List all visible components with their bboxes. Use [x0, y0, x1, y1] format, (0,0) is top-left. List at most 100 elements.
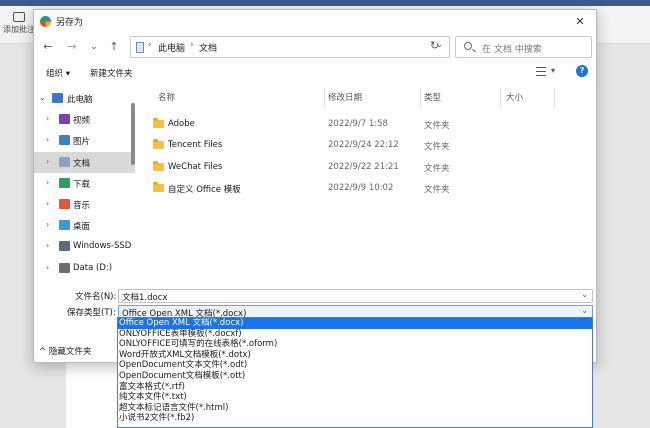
search-input[interactable]: 在 文档 中搜索 [455, 36, 592, 58]
tree-item-label: Windows-SSD [73, 241, 132, 252]
file-type: 文件夹 [424, 142, 450, 153]
search-placeholder: 在 文档 中搜索 [482, 45, 542, 55]
filetype-option[interactable]: Word开放式XML文档模板(*.dotx) [118, 350, 592, 361]
command-toolbar: 组织 ▾ 新建文件夹 ▾ ? [34, 62, 596, 82]
music-icon [59, 199, 70, 209]
refresh-button[interactable]: ↻ [430, 39, 439, 52]
computer-icon [136, 42, 144, 53]
column-header-date[interactable]: 修改日期 [324, 88, 420, 108]
file-row[interactable]: Tencent Files 2022/9/24 22:12 文件夹 [138, 137, 596, 157]
chevron-right-icon[interactable]: › [46, 220, 49, 229]
new-folder-button[interactable]: 新建文件夹 [90, 67, 133, 79]
file-name: Tencent Files [168, 140, 223, 151]
navigation-bar: ← → ⌄ ↑ › 此电脑 › 文档 ⌄ ↻ 在 文档 中搜索 [34, 34, 596, 60]
chevron-right-icon[interactable]: › [46, 114, 49, 123]
chevron-right-icon[interactable]: › [46, 178, 49, 187]
up-button[interactable]: ↑ [106, 39, 122, 55]
tree-item[interactable]: › Windows-SSD [34, 236, 135, 257]
organize-menu[interactable]: 组织 ▾ [46, 67, 70, 79]
add-comment-button[interactable]: 添加批注 [2, 12, 36, 35]
view-options-dropdown[interactable]: ▾ [551, 66, 555, 75]
tree-item[interactable]: › 图片 [34, 130, 135, 151]
chevron-right-icon[interactable]: › [46, 157, 49, 166]
filetype-dropdown-arrow[interactable]: ⌄ [581, 306, 588, 315]
filetype-option[interactable]: 纯文本文件(*.txt) [118, 392, 592, 403]
breadcrumb-documents[interactable]: 文档 [199, 41, 217, 54]
chevron-up-icon: ^ [39, 347, 49, 357]
file-type: 文件夹 [424, 163, 450, 174]
breadcrumb-separator: › [148, 40, 152, 50]
tree-item-label: 文档 [73, 158, 91, 169]
computer-icon [52, 93, 63, 103]
tree-item[interactable]: › Data (D:) [34, 258, 135, 279]
forward-button[interactable]: → [64, 39, 80, 55]
column-name-label: 名称 [158, 93, 176, 103]
help-button[interactable]: ? [576, 65, 588, 77]
filetype-option[interactable]: ONLYOFFICE可填写的在线表格(*.oform) [118, 339, 592, 350]
add-comment-label: 添加批注 [3, 25, 35, 34]
chevron-right-icon[interactable]: › [46, 135, 49, 144]
tree-item-label: Data (D:) [73, 262, 113, 273]
filetype-option[interactable]: Office Open XML 文档(*.docx) [118, 318, 592, 329]
tree-item[interactable]: › 桌面 [34, 215, 135, 236]
download-icon [59, 177, 70, 188]
tree-item[interactable]: › 视频 [34, 109, 135, 130]
filename-input[interactable]: 文档1.docx ⌄ [118, 289, 593, 303]
column-divider[interactable] [554, 88, 555, 108]
filetype-option[interactable]: 小说书2文件(*.fb2) [118, 413, 592, 424]
column-header-type[interactable]: 类型 [420, 88, 500, 108]
drive-icon [59, 241, 70, 252]
chevron-down-icon[interactable]: ⌄ [39, 93, 46, 102]
tree-item[interactable]: › 下载 [34, 173, 135, 194]
column-type-label: 类型 [424, 93, 442, 103]
chevron-right-icon[interactable]: › [46, 199, 49, 208]
hide-folders-toggle[interactable]: ^ 隐藏文件夹 [39, 345, 91, 357]
file-name: Adobe [168, 119, 195, 129]
back-button[interactable]: ← [40, 39, 56, 55]
file-list: 名称 修改日期 类型 大小 Adobe 2022/9/7 1:58 文件夹 Tence… [138, 88, 596, 294]
tree-item-label: 桌面 [73, 222, 91, 233]
dialog-titlebar[interactable]: 另存为 ✕ [34, 10, 596, 34]
chevron-right-icon[interactable]: › [46, 263, 49, 272]
filename-dropdown-arrow[interactable]: ⌄ [581, 290, 588, 299]
file-name: WeChat Files [168, 161, 223, 172]
app-logo-icon [40, 16, 51, 27]
tree-item[interactable]: › 文档 [34, 151, 135, 173]
dialog-title: 另存为 [56, 18, 84, 28]
tree-item[interactable]: › 音乐 [34, 194, 135, 215]
search-icon [464, 42, 472, 50]
filename-label: 文件名(N): [75, 292, 117, 302]
column-header-size[interactable]: 大小 [500, 88, 554, 108]
filetype-label: 保存类型(T): [67, 308, 116, 318]
document-icon [59, 156, 70, 167]
file-row[interactable]: 自定义 Office 模板 2022/9/9 10:02 文件夹 [138, 180, 596, 200]
tree-item-label: 此电脑 [67, 95, 93, 105]
tree-item[interactable]: ⌄ 此电脑 [34, 88, 135, 109]
file-date: 2022/9/22 21:21 [328, 161, 399, 172]
filetype-dropdown-list: Office Open XML 文档(*.docx) ONLYOFFICE表单模板… [117, 317, 593, 428]
tree-scrollbar[interactable] [131, 103, 135, 165]
recent-locations-button[interactable]: ⌄ [86, 39, 102, 55]
filetype-option[interactable]: OpenDocument文档模板(*.ott) [118, 371, 592, 382]
breadcrumb-separator: › [190, 40, 194, 50]
file-row[interactable]: Adobe 2022/9/7 1:58 文件夹 [138, 116, 596, 136]
column-size-label: 大小 [506, 93, 524, 103]
chevron-right-icon[interactable]: › [46, 241, 49, 250]
picture-icon [59, 135, 70, 146]
file-row[interactable]: WeChat Files 2022/9/22 21:21 文件夹 [138, 159, 596, 179]
filetype-option[interactable]: ONLYOFFICE表单模板(*.docxf) [118, 329, 592, 340]
file-type: 文件夹 [424, 121, 450, 131]
column-header-name[interactable]: 名称 [138, 88, 306, 108]
column-date-label: 修改日期 [328, 93, 363, 103]
navigation-tree: ⌄ 此电脑 › 视频 › 图片 › 文档 › 下载 › 音乐 › 桌面 › Windows-SSD › Data … [34, 88, 135, 294]
close-button[interactable]: ✕ [568, 12, 592, 32]
filetype-option[interactable]: 富文本格式(*.rtf) [118, 382, 592, 393]
filetype-option[interactable]: 超文本标记语言文件(*.html) [118, 403, 592, 414]
address-bar[interactable]: › 此电脑 › 文档 ⌄ [130, 36, 450, 58]
filetype-option[interactable]: OpenDocument文本文件(*.odt) [118, 360, 592, 371]
view-options-icon[interactable] [536, 67, 546, 76]
file-name: 自定义 Office 模板 [168, 184, 241, 195]
filename-value: 文档1.docx [122, 293, 168, 303]
tree-item-label: 图片 [73, 137, 91, 148]
breadcrumb-this-pc[interactable]: 此电脑 [158, 41, 185, 54]
